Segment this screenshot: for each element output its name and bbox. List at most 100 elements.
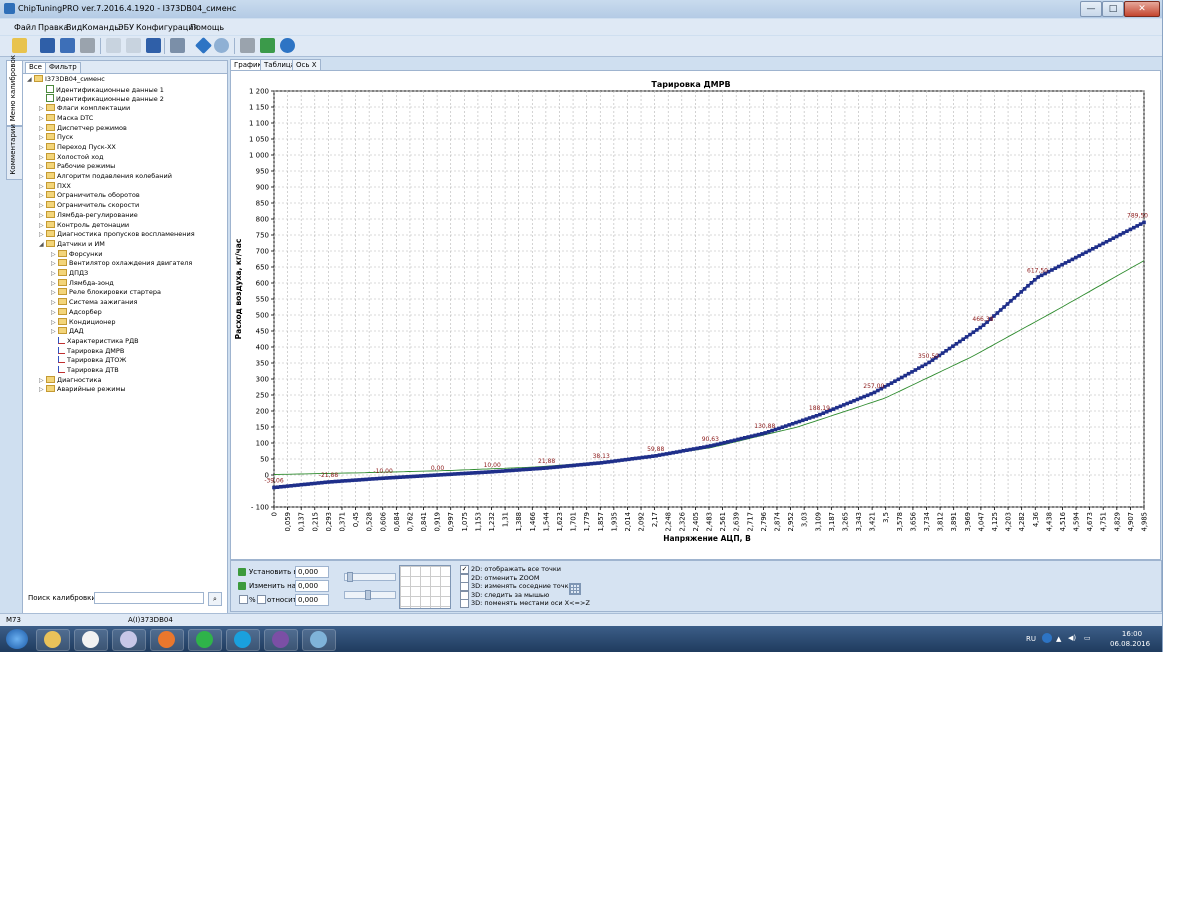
calibration-point[interactable]	[459, 471, 464, 476]
calibration-point[interactable]	[961, 337, 965, 341]
calibration-point[interactable]	[408, 474, 413, 479]
tray-language[interactable]: RU	[1026, 635, 1036, 643]
calibration-point[interactable]	[968, 332, 972, 337]
calibration-point[interactable]	[886, 383, 890, 387]
tree-expander-icon[interactable]: ◢	[39, 240, 46, 249]
calibration-point[interactable]	[299, 482, 304, 487]
calibration-point[interactable]	[1005, 302, 1010, 306]
calibration-point[interactable]	[859, 396, 863, 400]
undo-icon[interactable]	[146, 38, 161, 53]
calibration-point[interactable]	[1118, 232, 1122, 237]
calibration-point[interactable]	[292, 483, 297, 488]
calibration-point[interactable]	[811, 415, 815, 419]
calibration-point[interactable]	[524, 467, 529, 472]
calibration-point[interactable]	[640, 455, 645, 460]
calibration-point[interactable]	[630, 457, 634, 461]
calibration-point[interactable]	[521, 467, 525, 472]
calibration-point[interactable]	[415, 474, 420, 478]
calibration-point[interactable]	[821, 411, 826, 415]
calibration-point[interactable]	[746, 435, 750, 439]
taskbar-app-explorer[interactable]	[36, 629, 70, 651]
calibration-point[interactable]	[418, 474, 423, 478]
help-icon[interactable]	[280, 38, 295, 53]
open-folder-icon[interactable]	[12, 38, 27, 53]
maximize-button[interactable]: □	[1102, 1, 1124, 17]
tree-expander-icon[interactable]: ▷	[51, 259, 58, 268]
tree-expander-icon[interactable]: ▷	[39, 230, 46, 239]
calibration-point[interactable]	[1121, 231, 1126, 235]
calibration-point[interactable]	[323, 480, 327, 485]
calibration-point[interactable]	[490, 470, 495, 474]
calibration-point[interactable]	[944, 349, 948, 353]
calibration-point[interactable]	[606, 460, 611, 464]
calibration-point[interactable]	[1125, 229, 1129, 233]
calibration-point[interactable]	[565, 464, 570, 468]
tree-item[interactable]: ▷ Контроль детонации	[39, 220, 129, 230]
calibration-point[interactable]	[487, 470, 491, 474]
calibration-point[interactable]	[804, 417, 808, 421]
paste-icon[interactable]	[126, 38, 141, 53]
network-icon[interactable]: ▭	[1084, 634, 1091, 642]
tree-expander-icon[interactable]: ▷	[51, 308, 58, 317]
calibration-point[interactable]	[1033, 278, 1037, 282]
calibration-point[interactable]	[749, 434, 754, 438]
menu-commands[interactable]: Команды	[82, 23, 121, 32]
calibration-point[interactable]	[664, 452, 669, 456]
diamond-icon[interactable]	[195, 37, 212, 54]
tab-all[interactable]: Все	[25, 62, 46, 73]
calibration-point[interactable]	[862, 394, 866, 399]
tree-item[interactable]: ▷ Реле блокировки стартера	[51, 288, 161, 297]
calibration-point[interactable]	[1070, 257, 1075, 262]
calibration-point[interactable]	[889, 381, 894, 385]
calibration-point[interactable]	[446, 472, 450, 477]
calibration-point[interactable]	[719, 441, 723, 446]
calibration-point[interactable]	[695, 446, 699, 451]
tree-item[interactable]: ▷ Ограничитель оборотов	[39, 191, 140, 200]
close-button[interactable]: ✕	[1124, 1, 1160, 17]
tree-expander-icon[interactable]: ▷	[39, 211, 46, 220]
tree-expander-icon[interactable]: ▷	[39, 162, 46, 171]
calibration-point[interactable]	[1026, 284, 1030, 288]
calibration-point[interactable]	[442, 472, 447, 477]
tree-item[interactable]: Тарировка ДТОЖ	[51, 356, 126, 365]
calibration-point[interactable]	[494, 469, 498, 474]
taskbar-app-skype[interactable]	[226, 629, 260, 651]
calibration-point[interactable]	[674, 450, 679, 454]
tree-item[interactable]: ◢ I373DB04_сименс	[27, 75, 105, 84]
calibration-point[interactable]	[456, 472, 460, 476]
calibration-point[interactable]	[1053, 266, 1058, 270]
calibration-point[interactable]	[517, 468, 522, 472]
calibration-point[interactable]	[531, 467, 536, 471]
calibration-point[interactable]	[756, 432, 761, 437]
calibration-point[interactable]	[923, 362, 928, 367]
tree-expander-icon[interactable]: ▷	[39, 143, 46, 152]
calibration-point[interactable]	[592, 461, 597, 466]
maf-calibration-chart[interactable]: Тарировка ДМРВ Расход воздуха, кг/час На…	[231, 71, 1160, 559]
calibration-point[interactable]	[552, 465, 556, 470]
calibration-point[interactable]	[1002, 305, 1006, 309]
calibration-point[interactable]	[279, 485, 283, 489]
tree-item[interactable]: ▷ Флаги комплектации	[39, 104, 130, 113]
tree-expander-icon[interactable]: ▷	[39, 104, 46, 113]
x-slider[interactable]	[344, 572, 396, 582]
calibration-point[interactable]	[575, 463, 580, 467]
calibration-point[interactable]	[835, 405, 839, 410]
calibration-point[interactable]	[722, 440, 727, 445]
calibration-point[interactable]	[763, 431, 768, 435]
calibration-point[interactable]	[603, 460, 607, 465]
menu-edit[interactable]: Правка	[38, 23, 68, 32]
tree-expander-icon[interactable]: ▷	[39, 182, 46, 191]
change-value-input[interactable]: 0,000	[295, 580, 329, 592]
tree-item[interactable]: ▷ Переход Пуск-ХХ	[39, 142, 116, 152]
calibration-point[interactable]	[637, 456, 641, 460]
calibration-point[interactable]	[302, 482, 307, 487]
tree-item[interactable]: ▷ Диспетчер режимов	[39, 123, 127, 133]
tree-expander-icon[interactable]: ▷	[51, 269, 58, 278]
calibration-point[interactable]	[1132, 225, 1136, 230]
menu-config[interactable]: Конфигурация	[136, 23, 198, 32]
calibration-point[interactable]	[326, 480, 331, 484]
calibration-point[interactable]	[1063, 261, 1068, 265]
calibration-point[interactable]	[401, 475, 406, 479]
calibration-point[interactable]	[613, 459, 617, 463]
calibration-point[interactable]	[1097, 243, 1102, 248]
